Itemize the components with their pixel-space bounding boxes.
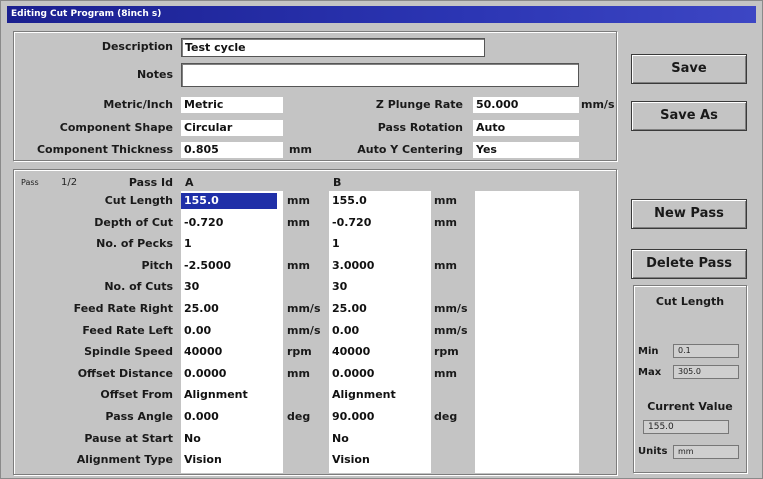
pass-b-unit: deg (434, 410, 458, 423)
pass-b-field[interactable]: 155.0 (329, 193, 431, 209)
new-pass-button[interactable]: New Pass (631, 199, 747, 229)
pass-a-field[interactable]: 1 (181, 236, 283, 252)
pass-a-unit: rpm (287, 345, 312, 358)
units-value: mm (673, 445, 739, 459)
pass-a-field[interactable]: -0.720 (181, 215, 283, 231)
max-value: 305.0 (673, 365, 739, 379)
pass-rotation-field[interactable]: Auto (473, 120, 579, 136)
pass-a-field[interactable]: 0.0000 (181, 366, 283, 382)
pass-b-unit: mm/s (434, 324, 468, 337)
description-label: Description (101, 40, 173, 53)
pass-b-field[interactable]: No (329, 431, 431, 447)
component-shape-field[interactable]: Circular (181, 120, 283, 136)
pass-a-field[interactable]: 0.00 (181, 323, 283, 339)
pass-b-unit: mm/s (434, 302, 468, 315)
pass-a-unit: mm (287, 259, 310, 272)
metric-inch-field[interactable]: Metric (181, 97, 283, 113)
window-title-bar: Editing Cut Program (8inch s) (7, 6, 756, 23)
pass-b-field[interactable]: 40000 (329, 344, 431, 360)
pass-row-label: Pass Angle (105, 410, 173, 423)
pass-a-unit: mm/s (287, 324, 321, 337)
pass-row-label: Feed Rate Right (73, 302, 173, 315)
max-label: Max (638, 367, 662, 378)
pass-b-unit: mm (434, 259, 457, 272)
pass-a-unit: mm/s (287, 302, 321, 315)
pass-row-label: Spindle Speed (84, 345, 173, 358)
pass-b-field[interactable]: Alignment (329, 387, 431, 403)
metric-inch-label: Metric/Inch (103, 98, 173, 111)
pass-a-field[interactable]: 0.000 (181, 409, 283, 425)
pass-a-field[interactable]: 25.00 (181, 301, 283, 317)
pass-row-label: No. of Pecks (96, 237, 173, 250)
pass-a-field[interactable]: Vision (181, 452, 283, 468)
pass-id-label: Pass Id (128, 176, 173, 189)
pass-a-unit: deg (287, 410, 311, 423)
pass-b-field[interactable]: 25.00 (329, 301, 431, 317)
pass-row-label: Pause at Start (84, 432, 173, 445)
description-field[interactable]: Test cycle (181, 38, 485, 57)
pass-row-label: Cut Length (104, 194, 173, 207)
pass-row-label: Offset From (100, 388, 173, 401)
pass-b-unit: mm (434, 367, 457, 380)
pass-a-field[interactable]: 155.0 (181, 193, 277, 209)
pass-a-field[interactable]: 40000 (181, 344, 283, 360)
min-label: Min (638, 346, 659, 357)
pass-b-field[interactable]: Vision (329, 452, 431, 468)
notes-field[interactable] (181, 63, 579, 87)
pass-a-field[interactable]: -2.5000 (181, 258, 283, 274)
min-value: 0.1 (673, 344, 739, 358)
pass-count: 1/2 (61, 177, 78, 188)
pass-b-unit: mm (434, 216, 457, 229)
component-shape-label: Component Shape (59, 121, 173, 134)
pass-id-a: A (185, 176, 194, 189)
pass-b-unit: rpm (434, 345, 459, 358)
component-thickness-field[interactable]: 0.805 (181, 142, 283, 158)
pass-c-column (475, 191, 579, 473)
pass-b-field[interactable]: 1 (329, 236, 431, 252)
pass-row-label: Depth of Cut (94, 216, 173, 229)
notes-label: Notes (136, 68, 173, 81)
pass-a-field[interactable]: No (181, 431, 283, 447)
pass-row-label: No. of Cuts (104, 280, 173, 293)
pass-b-field[interactable]: -0.720 (329, 215, 431, 231)
pass-a-unit: mm (287, 194, 310, 207)
editing-cut-program-window: Editing Cut Program (8inch s) Descriptio… (0, 0, 763, 479)
pass-b-field[interactable]: 90.000 (329, 409, 431, 425)
z-plunge-rate-field[interactable]: 50.000 (473, 97, 579, 113)
z-plunge-rate-label: Z Plunge Rate (375, 98, 463, 111)
pass-a-field[interactable]: 30 (181, 279, 283, 295)
pass-label: Pass (21, 178, 39, 187)
current-value: 155.0 (643, 420, 729, 434)
pass-a-field[interactable]: Alignment (181, 387, 283, 403)
thickness-unit: mm (289, 143, 312, 156)
pass-b-field[interactable]: 0.00 (329, 323, 431, 339)
pass-b-field[interactable]: 30 (329, 279, 431, 295)
pass-rotation-label: Pass Rotation (377, 121, 463, 134)
pass-b-field[interactable]: 0.0000 (329, 366, 431, 382)
auto-y-centering-field[interactable]: Yes (473, 142, 579, 158)
pass-a-unit: mm (287, 367, 310, 380)
save-button[interactable]: Save (631, 54, 747, 84)
component-thickness-label: Component Thickness (36, 143, 173, 156)
pass-row-label: Offset Distance (77, 367, 173, 380)
cut-length-title: Cut Length (655, 295, 725, 308)
pass-b-unit: mm (434, 194, 457, 207)
units-label: Units (638, 446, 668, 457)
pass-row-label: Alignment Type (76, 453, 173, 466)
save-as-button[interactable]: Save As (631, 101, 747, 131)
current-value-label: Current Value (647, 400, 733, 413)
pass-b-field[interactable]: 3.0000 (329, 258, 431, 274)
delete-pass-button[interactable]: Delete Pass (631, 249, 747, 279)
z-plunge-rate-unit: mm/s (581, 98, 615, 111)
pass-row-label: Feed Rate Left (82, 324, 173, 337)
pass-row-label: Pitch (141, 259, 173, 272)
pass-a-unit: mm (287, 216, 310, 229)
pass-id-b: B (333, 176, 342, 189)
auto-y-centering-label: Auto Y Centering (357, 143, 463, 156)
